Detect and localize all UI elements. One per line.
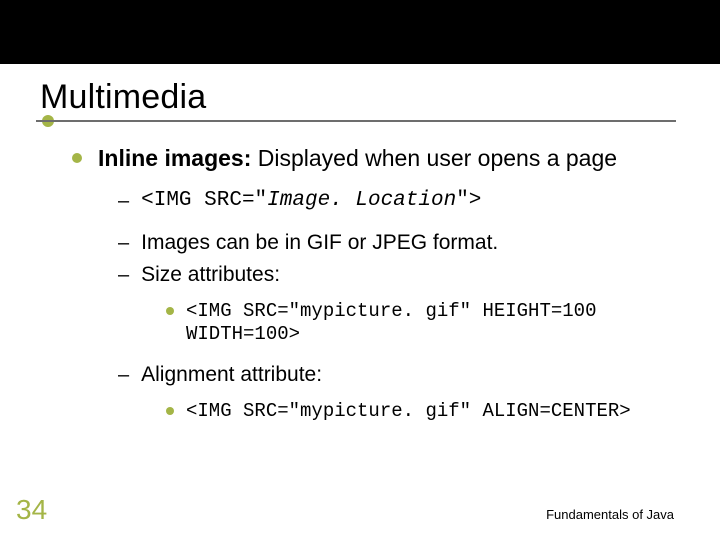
bullet-level3: <IMG SRC="mypicture. gif" HEIGHT=100 WID… [166, 300, 672, 346]
bullet-disc-icon [166, 307, 174, 315]
sub2-text: Images can be in GIF or JPEG format. [141, 230, 672, 256]
sub1-post: "> [456, 189, 481, 212]
footer-text: Fundamentals of Java [546, 507, 674, 522]
bullet-disc-icon [72, 153, 82, 163]
sub3-code: <IMG SRC="mypicture. gif" HEIGHT=100 WID… [186, 300, 672, 346]
sub4-code: <IMG SRC="mypicture. gif" ALIGN=CENTER> [186, 400, 672, 423]
bullet1-text: Inline images: Displayed when user opens… [98, 144, 672, 172]
slide-title: Multimedia [40, 78, 206, 117]
dash-icon: – [118, 230, 129, 256]
dash-icon: – [118, 362, 129, 388]
dash-icon: – [118, 188, 129, 214]
bullet1-label: Inline images: [98, 145, 251, 171]
title-underline [36, 120, 676, 122]
sub1-code: <IMG SRC="Image. Location"> [141, 188, 672, 214]
content-area: Inline images: Displayed when user opens… [72, 144, 672, 430]
sub3-text: Size attributes: [141, 262, 672, 288]
bullet-disc-icon [166, 407, 174, 415]
bullet-level2: – Alignment attribute: [118, 362, 672, 388]
bullet-level2-code: – <IMG SRC="Image. Location"> [118, 188, 672, 214]
page-number: 34 [16, 494, 47, 526]
bullet-level3: <IMG SRC="mypicture. gif" ALIGN=CENTER> [166, 400, 672, 423]
bullet1-rest: Displayed when user opens a page [251, 145, 617, 171]
slide-body: Multimedia Inline images: Displayed when… [0, 64, 720, 540]
bullet-level2: – Size attributes: [118, 262, 672, 288]
bullet-level1: Inline images: Displayed when user opens… [72, 144, 672, 172]
sub4-text: Alignment attribute: [141, 362, 672, 388]
dash-icon: – [118, 262, 129, 288]
bullet-level2: – Images can be in GIF or JPEG format. [118, 230, 672, 256]
sub1-ital: Image. Location [267, 189, 456, 212]
sub1-pre: <IMG SRC=" [141, 189, 267, 212]
top-black-bar [0, 0, 720, 64]
